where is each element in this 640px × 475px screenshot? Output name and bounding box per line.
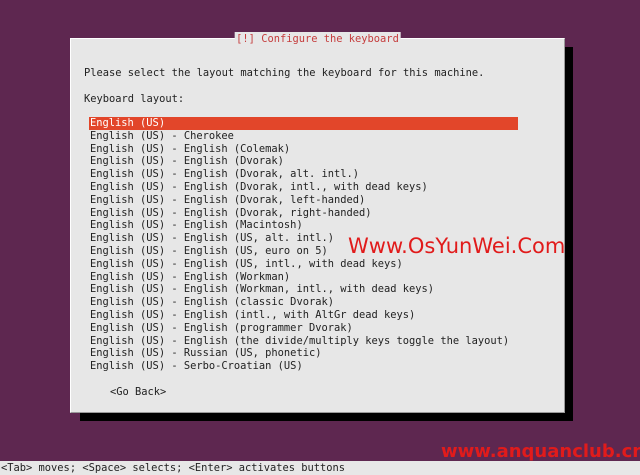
layout-option[interactable]: English (US) - English (Workman) [89,271,519,284]
configure-keyboard-dialog: [!] Configure the keyboard Please select… [70,32,565,413]
keyboard-layout-label: Keyboard layout: [84,93,185,105]
layout-option[interactable]: English (US) - English (Dvorak, right-ha… [89,207,519,220]
layout-option[interactable]: English (US) - English (the divide/multi… [89,335,519,348]
layout-option[interactable]: English (US) - English (classic Dvorak) [89,296,519,309]
watermark-osyunwei: Www.OsYunWei.Com [348,234,566,258]
layout-option[interactable]: English (US) - Russian (US, phonetic) [89,347,519,360]
layout-option[interactable]: English (US) - English (US, intl., with … [89,258,519,271]
dialog-title: [!] Configure the keyboard [234,32,401,46]
layout-option[interactable]: English (US) - Serbo-Croatian (US) [89,360,519,373]
layout-option[interactable]: English (US) - English (Dvorak, alt. int… [89,168,519,181]
layout-option[interactable]: English (US) - English (Dvorak, left-han… [89,194,519,207]
layout-option[interactable]: English (US) - Cherokee [89,130,519,143]
dialog-prompt: Please select the layout matching the ke… [84,67,485,79]
key-hint-bar: <Tab> moves; <Space> selects; <Enter> ac… [0,461,640,475]
go-back-button[interactable]: <Go Back> [110,386,166,398]
watermark-anquanclub: www.anquanclub.cn [441,441,640,462]
layout-option[interactable]: English (US) - English (Dvorak, intl., w… [89,181,519,194]
dialog-shadow-bottom [80,412,573,421]
layout-option[interactable]: English (US) - English (Dvorak) [89,155,519,168]
layout-option[interactable]: English (US) - English (programmer Dvora… [89,322,519,335]
layout-option-selected[interactable]: English (US) [89,117,518,130]
layout-option[interactable]: English (US) - English (Macintosh) [89,219,519,232]
layout-option[interactable]: English (US) - English (intl., with AltG… [89,309,519,322]
dialog-shadow-right [564,47,573,420]
layout-option[interactable]: English (US) - English (Colemak) [89,143,519,156]
layout-option[interactable]: English (US) - English (Workman, intl., … [89,283,519,296]
